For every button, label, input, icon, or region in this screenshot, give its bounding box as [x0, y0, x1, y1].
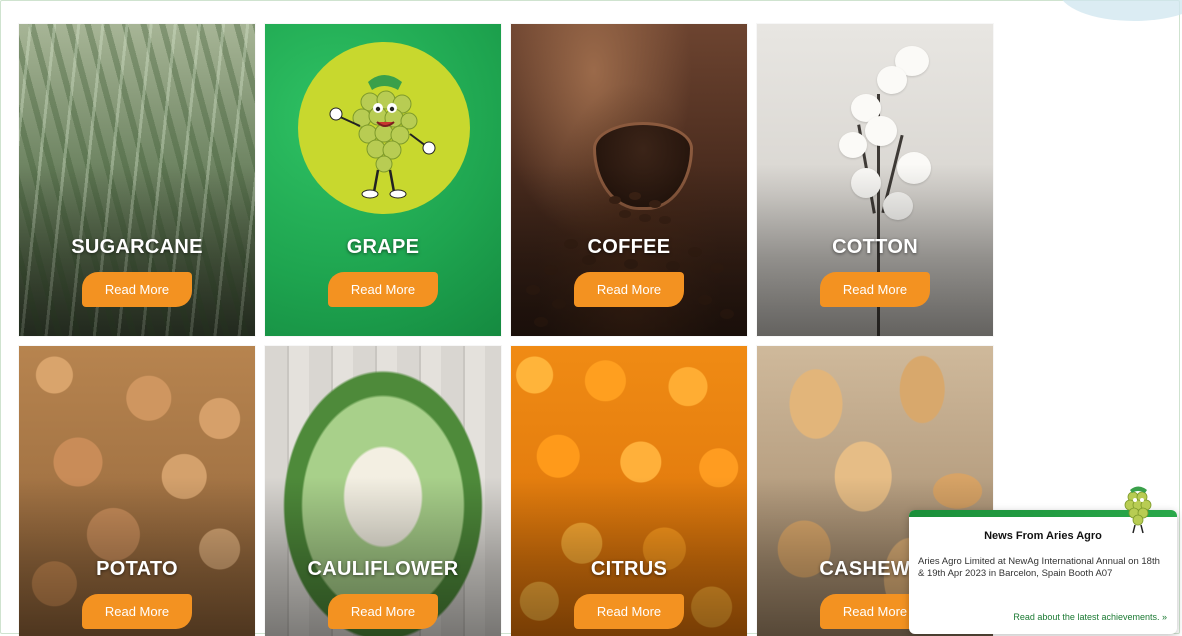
cotton-boll: [865, 116, 897, 146]
news-link[interactable]: Read about the latest achievements. »: [1013, 612, 1167, 622]
crop-grid: SUGARCANE Read More GRAPE Read More COFF…: [19, 24, 995, 636]
news-body: Aries Agro Limited at NewAg Internationa…: [918, 556, 1160, 579]
crop-title: CITRUS: [590, 558, 668, 580]
crop-title: SUGARCANE: [71, 236, 203, 258]
crop-card-cotton[interactable]: COTTON Read More: [757, 24, 993, 336]
read-more-button[interactable]: Read More: [328, 594, 438, 629]
grape-mascot-icon: [1124, 486, 1152, 534]
crop-title: POTATO: [96, 558, 178, 580]
crop-title: CAULIFLOWER: [307, 558, 459, 580]
crop-title: COFFEE: [587, 236, 671, 258]
crop-card-cauliflower[interactable]: CAULIFLOWER Read More: [265, 346, 501, 636]
crop-card-potato[interactable]: POTATO Read More: [19, 346, 255, 636]
read-more-button[interactable]: Read More: [820, 272, 930, 307]
crop-card-coffee[interactable]: COFFEE Read More: [511, 24, 747, 336]
crop-card-grape[interactable]: GRAPE Read More: [265, 24, 501, 336]
grape-mascot-circle: [298, 42, 470, 214]
corner-decoration: [1059, 0, 1182, 21]
crop-title: GRAPE: [346, 236, 420, 258]
grape-mascot-icon: [329, 75, 436, 199]
cotton-boll: [877, 66, 907, 94]
read-more-button[interactable]: Read More: [82, 272, 192, 307]
cotton-boll: [839, 132, 867, 158]
read-more-button[interactable]: Read More: [328, 272, 438, 307]
crop-card-citrus[interactable]: CITRUS Read More: [511, 346, 747, 636]
read-more-button[interactable]: Read More: [574, 594, 684, 629]
crop-title: COTTON: [832, 236, 918, 258]
read-more-button[interactable]: Read More: [82, 594, 192, 629]
crop-card-sugarcane[interactable]: SUGARCANE Read More: [19, 24, 255, 336]
read-more-button[interactable]: Read More: [574, 272, 684, 307]
